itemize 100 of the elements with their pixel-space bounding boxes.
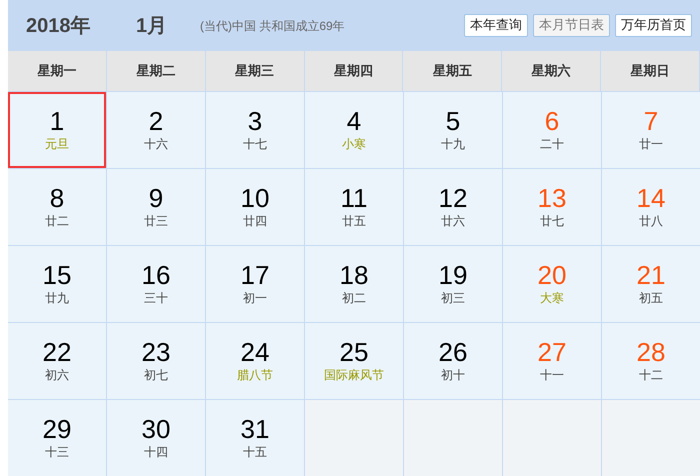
day-number: 25 [340, 338, 368, 366]
day-cell[interactable]: 7 廿一 [602, 92, 700, 168]
year-label: 2018年 [26, 14, 92, 39]
day-cell[interactable]: 24 腊八节 [206, 323, 304, 399]
era-note: (当代)中国 共和国成立69年 [200, 18, 345, 35]
day-number: 23 [142, 338, 170, 366]
day-cell[interactable]: 17 初一 [206, 246, 304, 322]
day-number: 14 [636, 184, 666, 212]
day-number: 3 [248, 106, 262, 136]
lunar-date: 廿二 [45, 213, 69, 230]
day-number: 12 [438, 184, 468, 212]
lunar-date: 廿一 [639, 136, 663, 154]
calendar-button[interactable]: 本年查询 [464, 14, 528, 38]
lunar-date: 初一 [243, 290, 267, 308]
day-cell[interactable]: 8 廿二 [8, 169, 106, 245]
day-cell[interactable]: 2 十六 [107, 92, 205, 168]
day-cell[interactable]: 6 二十 [503, 92, 601, 168]
day-number: 31 [240, 414, 270, 444]
day-number: 10 [240, 184, 270, 212]
lunar-date: 十六 [144, 136, 168, 154]
lunar-date: 初七 [144, 367, 168, 384]
day-cell[interactable]: 19 初三 [404, 246, 502, 322]
day-number: 18 [340, 260, 368, 290]
day-number: 6 [544, 106, 560, 136]
day-number: 20 [538, 260, 566, 290]
day-cell[interactable]: 1 元旦 [8, 92, 106, 168]
lunar-date: 小寒 [342, 136, 366, 154]
lunar-date: 初三 [441, 290, 465, 308]
day-cell[interactable]: 10 廿四 [206, 169, 304, 245]
day-cell[interactable]: 26 初十 [404, 323, 502, 399]
weekday-header: 星期一 [8, 51, 107, 91]
lunar-date: 大寒 [540, 290, 564, 308]
weekday-header: 星期五 [403, 51, 502, 91]
lunar-date: 十五 [243, 444, 267, 462]
weekday-header: 星期二 [106, 51, 206, 91]
day-cell[interactable]: 25 国际麻风节 [305, 323, 403, 399]
day-number: 9 [148, 184, 164, 212]
lunar-date: 初十 [441, 367, 465, 384]
lunar-date: 三十 [144, 290, 168, 308]
day-cell[interactable]: 9 廿三 [107, 169, 205, 245]
day-cell[interactable]: 16 三十 [107, 246, 205, 322]
day-cell[interactable]: 28 十二 [602, 323, 700, 399]
day-cell[interactable]: 13 廿七 [503, 169, 601, 245]
day-cell[interactable]: 18 初二 [305, 246, 403, 322]
day-number: 11 [340, 184, 368, 212]
lunar-date: 十七 [243, 136, 267, 154]
lunar-date: 初六 [45, 367, 69, 384]
day-cell[interactable]: 22 初六 [8, 323, 106, 399]
lunar-date: 廿五 [342, 213, 366, 230]
day-number: 16 [142, 260, 170, 290]
lunar-date: 廿三 [144, 213, 168, 230]
day-cell[interactable]: 31 十五 [206, 400, 304, 476]
lunar-date: 廿八 [639, 213, 663, 230]
day-number: 19 [438, 260, 468, 290]
day-number: 22 [42, 338, 72, 366]
day-cell[interactable]: 11 廿五 [305, 169, 403, 245]
weekday-header: 星期四 [304, 51, 404, 91]
weekday-header: 星期日 [601, 51, 700, 91]
day-cell[interactable]: 4 小寒 [305, 92, 403, 168]
lunar-date: 廿四 [243, 213, 267, 230]
day-cell[interactable]: 5 十九 [404, 92, 502, 168]
lunar-date: 腊八节 [237, 367, 273, 384]
calendar-button[interactable]: 万年历首页 [615, 14, 692, 38]
lunar-date: 二十 [540, 136, 564, 154]
month-label: 1月 [136, 14, 168, 39]
weekday-header: 星期六 [502, 51, 602, 91]
day-number: 24 [240, 338, 270, 366]
lunar-date: 十四 [144, 444, 168, 462]
lunar-date: 十九 [441, 136, 465, 154]
day-cell[interactable]: 12 廿六 [404, 169, 502, 245]
day-number: 29 [42, 414, 72, 444]
day-number: 15 [42, 260, 72, 290]
day-number: 7 [644, 106, 658, 136]
day-cell[interactable]: 23 初七 [107, 323, 205, 399]
lunar-date: 国际麻风节 [324, 367, 384, 384]
day-cell[interactable]: 29 十三 [8, 400, 106, 476]
day-number: 4 [346, 106, 362, 136]
day-cell[interactable]: 14 廿八 [602, 169, 700, 245]
day-cell[interactable]: 3 十七 [206, 92, 304, 168]
lunar-date: 廿六 [441, 213, 465, 230]
day-number: 30 [142, 414, 170, 444]
lunar-date: 廿七 [540, 213, 564, 230]
lunar-date: 初五 [639, 290, 663, 308]
day-number: 17 [240, 260, 270, 290]
day-number: 21 [636, 260, 666, 290]
day-number: 26 [438, 338, 468, 366]
day-number: 8 [50, 184, 64, 212]
day-cell[interactable]: 30 十四 [107, 400, 205, 476]
lunar-date: 初二 [342, 290, 366, 308]
day-number: 1 [50, 106, 64, 136]
lunar-date: 十一 [540, 367, 564, 384]
day-number: 13 [538, 184, 566, 212]
day-cell[interactable]: 21 初五 [602, 246, 700, 322]
day-number: 2 [148, 106, 164, 136]
day-cell[interactable]: 15 廿九 [8, 246, 106, 322]
day-number: 28 [636, 338, 666, 366]
day-cell[interactable]: 27 十一 [503, 323, 601, 399]
lunar-date: 廿九 [45, 290, 69, 308]
lunar-date: 十二 [639, 367, 663, 384]
lunar-date: 元旦 [45, 136, 69, 154]
